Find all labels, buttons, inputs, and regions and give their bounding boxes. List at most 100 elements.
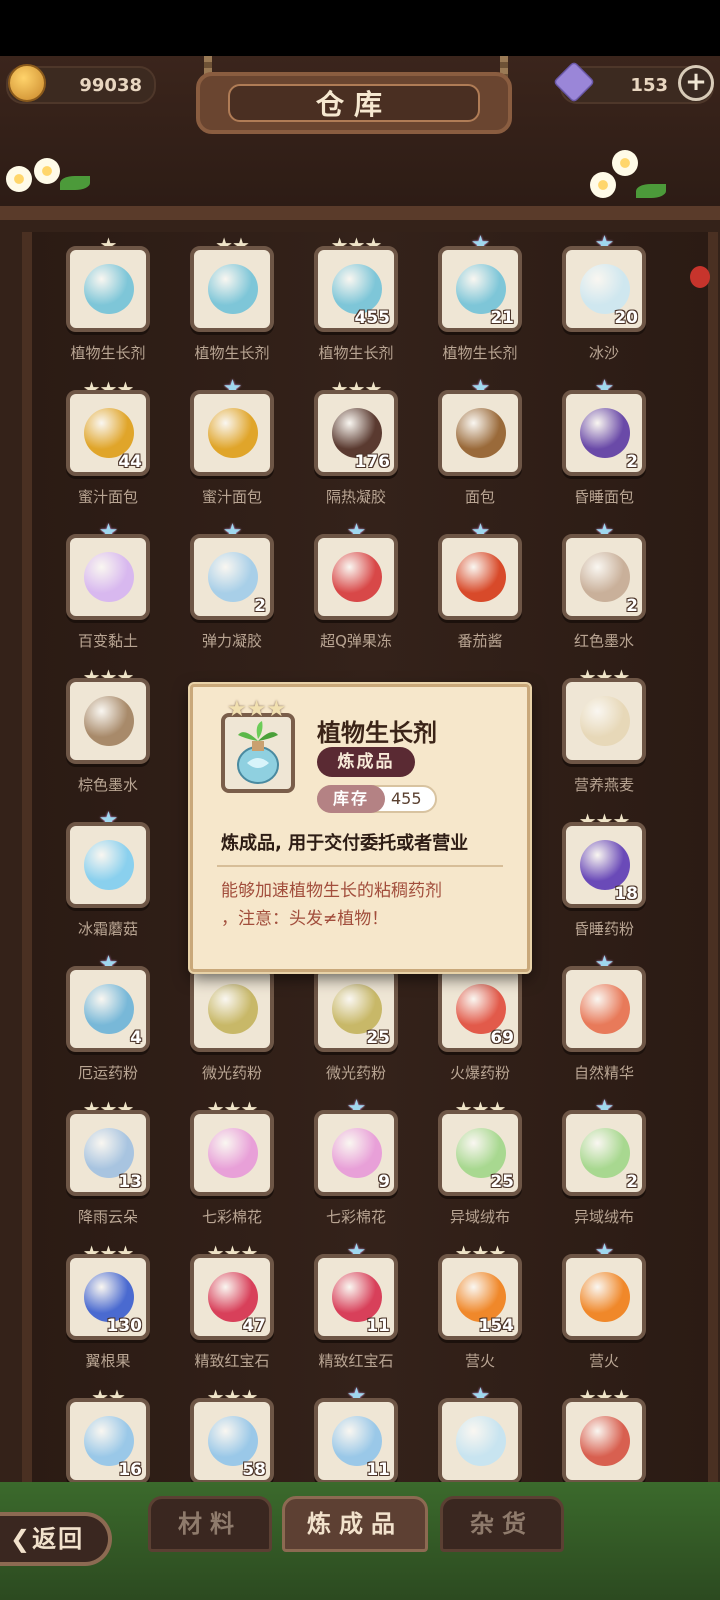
item-slot: 2 [190, 534, 274, 620]
item-count: 176 [354, 452, 391, 472]
item-count: 21 [490, 308, 514, 328]
item-slot: 11 [314, 1254, 398, 1340]
item-slot: 13 [66, 1110, 150, 1196]
ruby-icon [332, 1272, 382, 1322]
item-slot: 58 [190, 1398, 274, 1484]
ladybug-icon [690, 266, 710, 288]
inventory-item[interactable]: ★★★ 154 营火 [430, 1242, 530, 1382]
tab-crafted[interactable]: 炼成品 [282, 1496, 428, 1552]
item-label: 植物生长剂 [318, 344, 394, 362]
inventory-item[interactable]: ★★ 植物生长剂 [182, 234, 282, 374]
item-label: 精致红宝石 [194, 1352, 270, 1370]
honey-bread-icon [84, 408, 134, 458]
item-slot [66, 534, 150, 620]
inventory-item[interactable]: ★★★ 47 精致红宝石 [182, 1242, 282, 1382]
inventory-item[interactable]: ★ 4 厄运药粉 [58, 954, 158, 1094]
page-title: 仓库 [228, 84, 480, 122]
elastic-gel-icon [208, 552, 258, 602]
glow-bowl-icon [208, 984, 258, 1034]
item-slot: 455 [314, 246, 398, 332]
inventory-item[interactable]: ★ 2 弹力凝胶 [182, 522, 282, 662]
inventory-item[interactable]: ★ 2 异域绒布 [554, 1098, 654, 1238]
inventory-item[interactable]: ★★★ 455 植物生长剂 [306, 234, 406, 374]
oatmeal-icon [580, 696, 630, 746]
rainbow-cotton-icon [208, 1128, 258, 1178]
flower-icon [590, 172, 616, 198]
inventory-item[interactable]: ★★★ 七彩棉花 [182, 1098, 282, 1238]
campfire-icon [456, 1272, 506, 1322]
inventory-item[interactable]: ★ 冰霜蘑菇 [58, 810, 158, 950]
snowflakes-icon [84, 1416, 134, 1466]
item-slot [190, 1110, 274, 1196]
plant-vial-icon [332, 264, 382, 314]
item-label: 微光药粉 [325, 1064, 386, 1082]
inventory-item[interactable]: ★ 20 冰沙 [554, 234, 654, 374]
snowflakes-icon [208, 1416, 258, 1466]
inventory-item[interactable]: ★25微光药粉 [306, 954, 406, 1094]
popup-usage: 炼成品, 用于交付委托或者营业 [221, 833, 469, 854]
item-label: 超Q弹果冻 [320, 632, 392, 650]
item-slot [438, 390, 522, 476]
flower-icon [34, 158, 60, 184]
item-count: 47 [242, 1316, 266, 1336]
inventory-item[interactable]: ★ 蜜汁面包 [182, 378, 282, 518]
red-bowl-icon [580, 1416, 630, 1466]
inventory-item[interactable]: ★ 超Q弹果冻 [306, 522, 406, 662]
inventory-item[interactable]: ★★★69火爆药粉 [430, 954, 530, 1094]
inventory-item[interactable]: ★★★ 130 翼根果 [58, 1242, 158, 1382]
item-label: 厄运药粉 [77, 1064, 138, 1082]
item-label: 隔热凝胶 [325, 488, 386, 506]
inventory-item[interactable]: ★★★ 棕色墨水 [58, 666, 158, 806]
inventory-item[interactable]: ★★★ 13 降雨云朵 [58, 1098, 158, 1238]
popup-item-slot [221, 713, 295, 793]
leaf-icon [60, 176, 90, 190]
inventory-item[interactable]: ★★★ 176 隔热凝胶 [306, 378, 406, 518]
item-slot: 2 [562, 1110, 646, 1196]
inventory-item[interactable]: ★ 11 精致红宝石 [306, 1242, 406, 1382]
item-label: 冰沙 [588, 344, 619, 362]
popup-category-badge: 炼成品 [317, 747, 415, 777]
inventory-item[interactable]: ★★★ 44 蜜汁面包 [58, 378, 158, 518]
item-label: 自然精华 [573, 1064, 634, 1082]
tab-goods[interactable]: 杂货 [440, 1496, 564, 1552]
item-count: 16 [118, 1460, 142, 1480]
back-button[interactable]: ❮返回 [0, 1512, 112, 1566]
item-count: 4 [130, 1028, 142, 1048]
inventory-item[interactable]: ★ 番茄酱 [430, 522, 530, 662]
stock-value: 455 [391, 789, 422, 808]
popup-desc-line: 能够加速植物生长的粘稠药剂 [221, 881, 442, 901]
inventory-item[interactable]: ★ 面包 [430, 378, 530, 518]
inventory-item[interactable]: ★ 营火 [554, 1242, 654, 1382]
status-bar [0, 0, 720, 56]
item-count: 13 [118, 1172, 142, 1192]
item-count: 2 [626, 1172, 638, 1192]
item-slot: 11 [314, 1398, 398, 1484]
inventory-item[interactable]: ★ 2 昏睡面包 [554, 378, 654, 518]
item-label: 降雨云朵 [77, 1208, 138, 1226]
ruby-icon [208, 1272, 258, 1322]
item-count: 69 [490, 1028, 514, 1048]
tab-materials[interactable]: 材料 [148, 1496, 272, 1552]
inventory-item[interactable]: ★ 自然精华 [554, 954, 654, 1094]
inventory-item[interactable]: ★ 21 植物生长剂 [430, 234, 530, 374]
coin-value: 99038 [79, 74, 142, 96]
popup-stock: 库存 455 [317, 785, 437, 813]
item-count: 18 [614, 884, 638, 904]
inventory-item[interactable]: ★ 百变黏土 [58, 522, 158, 662]
plant-vial-icon [84, 264, 134, 314]
item-count: 58 [242, 1460, 266, 1480]
flower-icon [612, 150, 638, 176]
ice-chunk-icon [456, 1416, 506, 1466]
inventory-item[interactable]: ★★★ 18 昏睡药粉 [554, 810, 654, 950]
inventory-item[interactable]: ★ 2 红色墨水 [554, 522, 654, 662]
exotic-cloth-icon [456, 1128, 506, 1178]
item-slot [314, 534, 398, 620]
inventory-item[interactable]: ★★★ 25 异域绒布 [430, 1098, 530, 1238]
inventory-item[interactable]: ★ 9 七彩棉花 [306, 1098, 406, 1238]
inventory-item[interactable]: ★ 植物生长剂 [58, 234, 158, 374]
title-plate: 仓库 [196, 72, 512, 134]
add-gems-button[interactable]: + [678, 65, 714, 101]
inventory-item[interactable]: ★★★ 营养燕麦 [554, 666, 654, 806]
inventory-item[interactable]: ★★★微光药粉 [182, 954, 282, 1094]
item-slot [190, 390, 274, 476]
